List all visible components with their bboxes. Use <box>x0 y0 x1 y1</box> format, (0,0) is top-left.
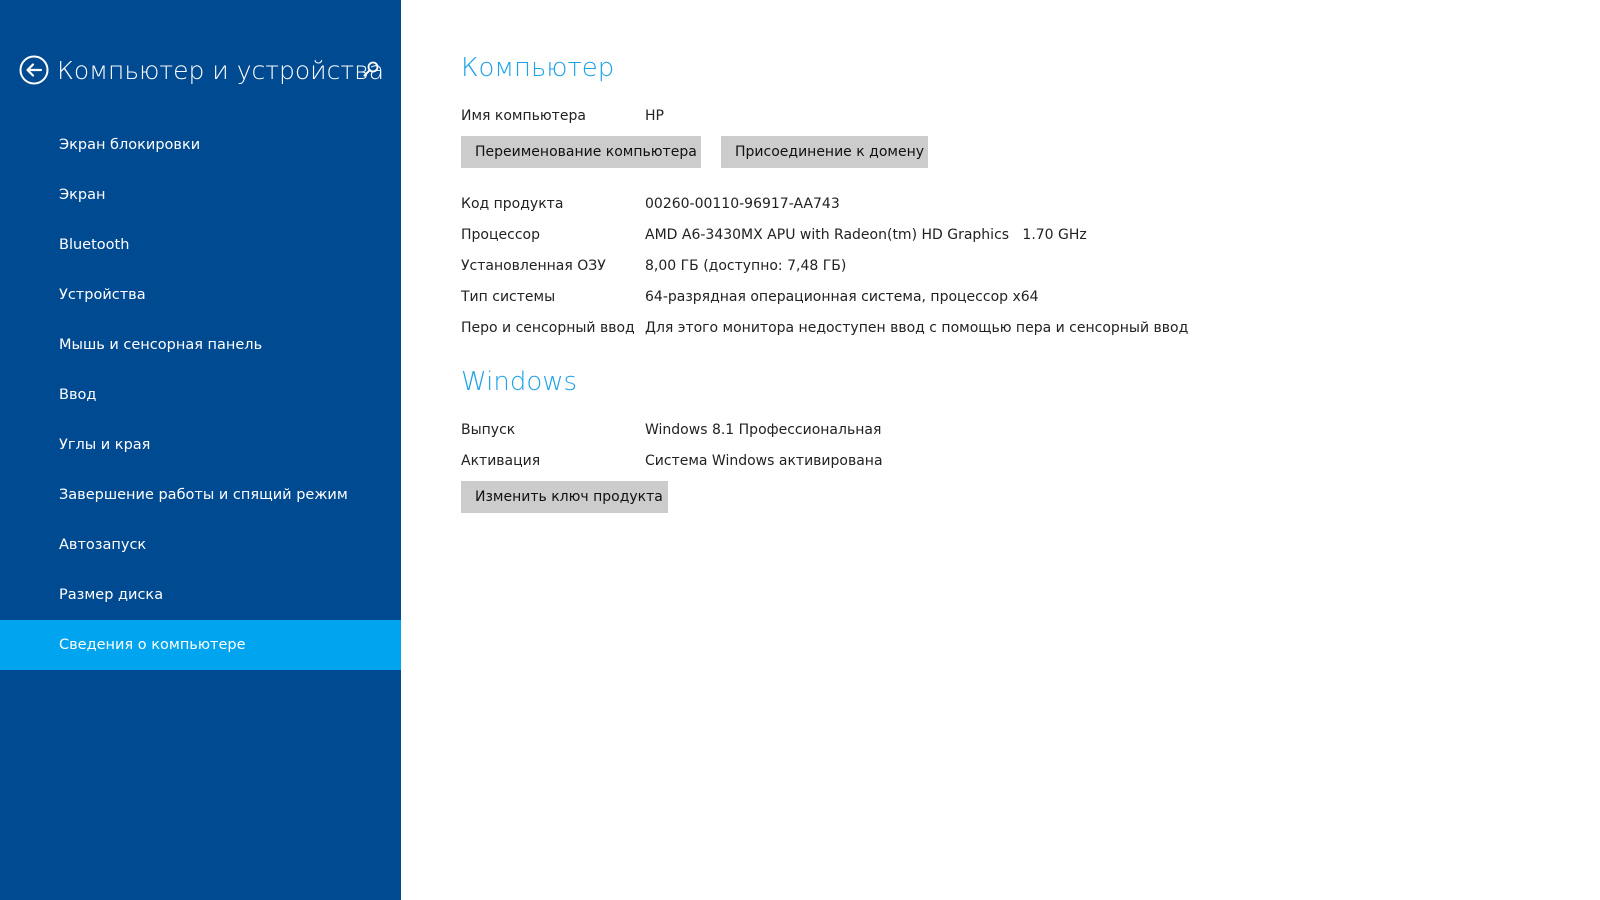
activation-row: Активация Система Windows активирована <box>461 450 883 472</box>
sidebar-item-power-sleep[interactable]: Завершение работы и спящий режим <box>0 470 401 520</box>
sidebar-item-corners-edges[interactable]: Углы и края <box>0 420 401 470</box>
system-type-label: Тип системы <box>461 289 556 305</box>
ram-label: Установленная ОЗУ <box>461 258 606 274</box>
edition-row: Выпуск Windows 8.1 Профессиональная <box>461 419 881 441</box>
sidebar-item-display[interactable]: Экран <box>0 170 401 220</box>
sidebar-item-bluetooth[interactable]: Bluetooth <box>0 220 401 270</box>
sidebar-item-lock-screen[interactable]: Экран блокировки <box>0 120 401 170</box>
back-arrow-icon <box>19 55 49 85</box>
search-icon <box>363 61 379 77</box>
pen-touch-row: Перо и сенсорный ввод Для этого монитора… <box>461 317 1188 339</box>
main-content: Компьютер Имя компьютера HP Переименован… <box>461 0 1561 900</box>
sidebar-item-pc-info[interactable]: Сведения о компьютере <box>0 620 401 670</box>
product-id-label: Код продукта <box>461 196 564 212</box>
sidebar-item-disk-space[interactable]: Размер диска <box>0 570 401 620</box>
windows-section-title: Windows <box>461 367 578 397</box>
sidebar-item-typing[interactable]: Ввод <box>0 370 401 420</box>
computer-name-row: Имя компьютера HP <box>461 105 664 127</box>
sidebar-item-devices[interactable]: Устройства <box>0 270 401 320</box>
sidebar-title: Компьютер и устройства <box>57 55 385 85</box>
change-product-key-button[interactable]: Изменить ключ продукта <box>461 481 668 513</box>
processor-label: Процессор <box>461 227 540 243</box>
computer-name-label: Имя компьютера <box>461 108 586 124</box>
back-button[interactable] <box>19 55 49 85</box>
rename-pc-button[interactable]: Переименование компьютера <box>461 136 701 168</box>
product-id-value: 00260-00110-96917-AA743 <box>645 196 840 212</box>
computer-section-title: Компьютер <box>461 53 615 83</box>
pen-touch-value: Для этого монитора недоступен ввод с пом… <box>645 320 1189 336</box>
edition-label: Выпуск <box>461 422 516 438</box>
activation-value: Система Windows активирована <box>645 453 883 469</box>
sidebar-header: Компьютер и устройства <box>19 50 384 90</box>
edition-value: Windows 8.1 Профессиональная <box>645 422 882 438</box>
sidebar: Компьютер и устройства Экран блокировки … <box>0 0 401 900</box>
computer-name-value: HP <box>645 108 664 124</box>
sidebar-item-autoplay[interactable]: Автозапуск <box>0 520 401 570</box>
join-domain-button[interactable]: Присоединение к домену <box>721 136 928 168</box>
processor-value: AMD A6-3430MX APU with Radeon(tm) HD Gra… <box>645 227 1087 243</box>
ram-row: Установленная ОЗУ 8,00 ГБ (доступно: 7,4… <box>461 255 846 277</box>
product-id-row: Код продукта 00260-00110-96917-AA743 <box>461 193 840 215</box>
activation-label: Активация <box>461 453 541 469</box>
ram-value: 8,00 ГБ (доступно: 7,48 ГБ) <box>645 258 847 274</box>
search-button[interactable] <box>360 58 382 80</box>
system-type-row: Тип системы 64-разрядная операционная си… <box>461 286 1039 308</box>
sidebar-nav: Экран блокировки Экран Bluetooth Устройс… <box>0 120 401 670</box>
sidebar-item-mouse-touchpad[interactable]: Мышь и сенсорная панель <box>0 320 401 370</box>
system-type-value: 64-разрядная операционная система, проце… <box>645 289 1039 305</box>
processor-row: Процессор AMD A6-3430MX APU with Radeon(… <box>461 224 1087 246</box>
pen-touch-label: Перо и сенсорный ввод <box>461 320 635 336</box>
